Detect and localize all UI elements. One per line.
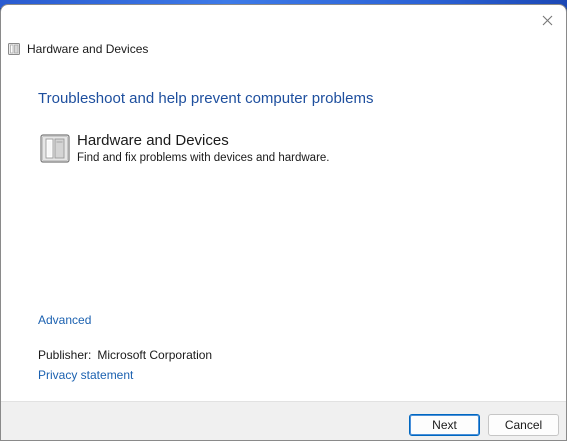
dialog-footer: Next Cancel xyxy=(1,401,566,440)
item-description: Find and fix problems with devices and h… xyxy=(77,152,330,164)
page-heading: Troubleshoot and help prevent computer p… xyxy=(38,90,374,107)
hardware-device-icon xyxy=(8,43,20,55)
publisher-label: Publisher: xyxy=(38,348,92,362)
publisher-value: Microsoft Corporation xyxy=(97,348,213,362)
publisher-info: Publisher: Microsoft Corporation xyxy=(38,348,212,362)
window-title: Hardware and Devices xyxy=(27,42,149,56)
troubleshooter-window: Hardware and Devices Troubleshoot and he… xyxy=(0,4,567,441)
troubleshooter-item: Hardware and Devices Find and fix proble… xyxy=(39,132,330,166)
cancel-button[interactable]: Cancel xyxy=(488,414,559,436)
window-title-bar: Hardware and Devices xyxy=(7,40,148,58)
advanced-link[interactable]: Advanced xyxy=(38,313,91,327)
item-title[interactable]: Hardware and Devices xyxy=(77,132,330,150)
hardware-device-icon xyxy=(40,134,70,163)
privacy-statement-link[interactable]: Privacy statement xyxy=(38,368,133,382)
close-icon xyxy=(542,15,552,25)
next-button[interactable]: Next xyxy=(409,414,480,436)
close-button[interactable] xyxy=(534,8,560,32)
